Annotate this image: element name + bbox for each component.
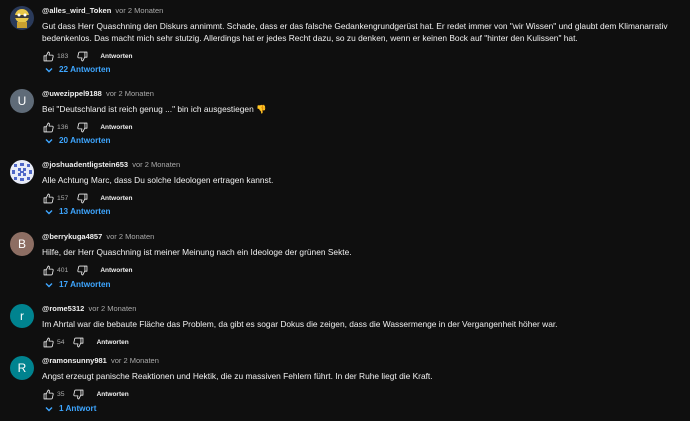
reply-button[interactable]: Antworten [100,53,132,60]
avatar-letter: B [17,237,26,251]
comment-meta: @joshuadentligstein653 vor 2 Monaten [42,160,684,170]
comment-meta: @uwezippel9188 vor 2 Monaten [42,89,684,99]
comment-body: @berrykuga4857 vor 2 Monaten Hilfe, der … [42,232,684,277]
thumbs-up-icon[interactable] [42,336,54,348]
comment-text: Angst erzeugt panische Reaktionen und He… [42,371,433,381]
reply-button[interactable]: Antworten [97,339,129,346]
comment-actions: 183 Antworten [42,49,684,63]
replies-count-label: 17 Antworten [59,280,111,289]
comment-actions: 54 Antworten [42,335,684,349]
comment-meta: @rome5312 vor 2 Monaten [42,304,684,314]
comment-meta: @berrykuga4857 vor 2 Monaten [42,232,684,242]
replies-count-label: 1 Antwort [59,404,97,413]
chevron-down-icon [45,209,53,215]
thumbs-up-icon[interactable] [42,50,54,62]
replies-count-label: 22 Antworten [59,65,111,74]
comment-author[interactable]: @joshuadentligstein653 [42,160,128,169]
comment-date[interactable]: vor 2 Monaten [106,89,154,98]
like-count: 401 [57,266,69,274]
view-replies-button[interactable]: 20 Antworten [45,136,111,145]
comment-body: @alles_wird_Token vor 2 Monaten Gut dass… [42,6,684,63]
comment-author[interactable]: @ramonsunny981 [42,356,107,365]
comment-text: Bei "Deutschland ist reich genug ..." bi… [42,104,267,114]
view-replies-button[interactable]: 22 Antworten [45,65,111,74]
comment-actions: 136 Antworten [42,120,684,134]
view-replies-button[interactable]: 13 Antworten [45,207,111,216]
comment-author[interactable]: @berrykuga4857 [42,232,102,241]
view-replies-button[interactable]: 1 Antwort [45,404,96,413]
avatar-letter: r [20,309,24,323]
avatar[interactable] [10,160,34,184]
comment-date[interactable]: vor 2 Monaten [132,160,180,169]
avatar[interactable]: B [10,232,34,256]
comment-actions: 35 Antworten [42,387,684,401]
comment-actions: 157 Antworten [42,191,684,205]
comment-meta: @ramonsunny981 vor 2 Monaten [42,356,684,366]
avatar[interactable] [10,6,34,30]
comment-author[interactable]: @alles_wird_Token [42,6,111,15]
thumbs-up-icon[interactable] [42,192,54,204]
chevron-down-icon [45,138,53,144]
chevron-down-icon [45,67,53,73]
comment-body: @ramonsunny981 vor 2 Monaten Angst erzeu… [42,356,684,401]
comment-date[interactable]: vor 2 Monaten [111,356,159,365]
thumbs-down-icon[interactable] [76,192,88,204]
reply-button[interactable]: Antworten [100,195,132,202]
comment-body: @joshuadentligstein653 vor 2 Monaten All… [42,160,684,205]
avatar[interactable]: r [10,304,34,328]
thumbs-up-icon[interactable] [42,388,54,400]
replies-count-label: 20 Antworten [59,136,111,145]
comment-meta: @alles_wird_Token vor 2 Monaten [42,6,684,16]
comment-date[interactable]: vor 2 Monaten [88,304,136,313]
comment-author[interactable]: @uwezippel9188 [42,89,102,98]
chevron-down-icon [45,282,53,288]
thumbs-down-icon[interactable] [76,264,88,276]
avatar-letter: U [17,94,27,108]
comment-text: Alle Achtung Marc, dass Du solche Ideolo… [42,175,274,185]
avatar-letter: R [17,361,27,375]
thumbs-up-icon[interactable] [42,264,54,276]
avatar[interactable]: U [10,89,34,113]
like-count: 54 [57,338,65,346]
comment-actions: 401 Antworten [42,263,684,277]
like-count: 183 [57,52,69,60]
chevron-down-icon [45,406,53,412]
comment-text: Gut dass Herr Quaschning den Diskurs ann… [42,21,668,43]
comment-date[interactable]: vor 2 Monaten [106,232,154,241]
replies-count-label: 13 Antworten [59,207,111,216]
thumbs-down-icon[interactable] [76,50,88,62]
view-replies-button[interactable]: 17 Antworten [45,280,111,289]
thumbs-down-icon[interactable] [76,121,88,133]
comment-text: Im Ahrtal war die bebaute Fläche das Pro… [42,319,558,329]
comment-body: @rome5312 vor 2 Monaten Im Ahrtal war di… [42,304,684,349]
comment-date[interactable]: vor 2 Monaten [115,6,163,15]
comment-author[interactable]: @rome5312 [42,304,84,313]
reply-button[interactable]: Antworten [100,124,132,131]
comment-text: Hilfe, der Herr Quaschning ist meiner Me… [42,247,352,257]
thumbs-down-icon[interactable] [73,388,85,400]
comment-body: @uwezippel9188 vor 2 Monaten Bei "Deutsc… [42,89,684,134]
like-count: 35 [57,390,65,398]
avatar[interactable]: R [10,356,34,380]
thumbs-down-icon[interactable] [73,336,85,348]
thumbs-up-icon[interactable] [42,121,54,133]
reply-button[interactable]: Antworten [97,391,129,398]
like-count: 136 [57,123,69,131]
reply-button[interactable]: Antworten [100,267,132,274]
like-count: 157 [57,194,69,202]
